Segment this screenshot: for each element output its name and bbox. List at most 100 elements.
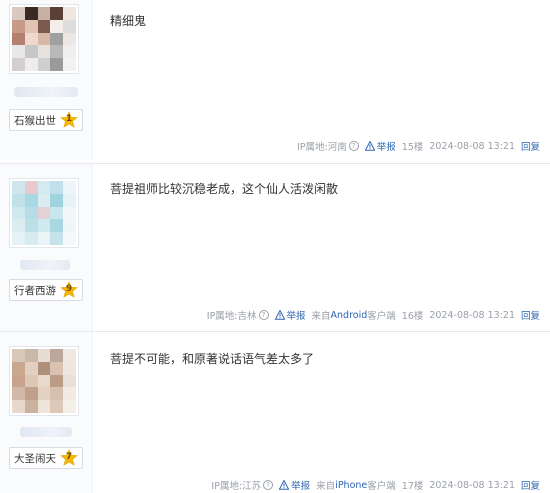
avatar-pixel bbox=[50, 58, 64, 71]
avatar-pixel bbox=[63, 361, 76, 375]
avatar-pixel bbox=[50, 7, 64, 20]
post-floor-17: 大圣闹天 7 菩提不可能，和原著说话语气差太多了 IP属地:江苏? 举报 来自 i… bbox=[0, 332, 550, 493]
ip-location: IP属地:江苏? bbox=[211, 478, 274, 492]
avatar-pixel bbox=[12, 7, 25, 20]
author-column: 行者西游 9 bbox=[0, 164, 93, 331]
avatar-pixel bbox=[50, 45, 64, 59]
avatar-pixel bbox=[50, 400, 64, 413]
author-column: 大圣闹天 7 bbox=[0, 332, 93, 493]
avatar-pixel bbox=[63, 19, 76, 33]
floor-number: 16楼 bbox=[401, 311, 424, 322]
avatar-pixel bbox=[24, 58, 38, 71]
avatar-pixel bbox=[63, 181, 76, 194]
client-link[interactable]: iPhone bbox=[335, 480, 367, 491]
avatar-pixel bbox=[12, 19, 25, 33]
avatar-pixel bbox=[63, 219, 76, 233]
ip-location: IP属地:吉林? bbox=[207, 308, 269, 322]
username-redacted[interactable] bbox=[20, 427, 72, 437]
avatar-pixel bbox=[37, 206, 51, 220]
level-badge[interactable]: 石猴出世 1 bbox=[9, 109, 83, 131]
avatar-pixel bbox=[12, 361, 25, 375]
avatar[interactable] bbox=[9, 346, 79, 416]
level-number: 1 bbox=[65, 114, 73, 124]
reply-link[interactable]: 回复 bbox=[521, 139, 540, 153]
question-circle-icon[interactable]: ? bbox=[263, 480, 274, 490]
client-link[interactable]: Android bbox=[331, 310, 368, 321]
avatar-pixel bbox=[37, 232, 51, 245]
avatar[interactable] bbox=[9, 178, 79, 248]
level-number: 7 bbox=[65, 452, 73, 462]
post-floor-15: 石猴出世 1 精细鬼 IP属地:河南? 举报 15楼 2024-08-08 13… bbox=[0, 0, 550, 160]
avatar-pixel bbox=[50, 374, 64, 388]
client-source: 来自 iPhone 客户端 bbox=[316, 479, 396, 493]
avatar-pixel bbox=[37, 32, 51, 46]
avatar-pixel bbox=[63, 349, 76, 362]
avatar-pixel bbox=[50, 361, 64, 375]
level-badge[interactable]: 行者西游 9 bbox=[9, 279, 83, 301]
avatar-pixel bbox=[24, 193, 38, 207]
avatar-pixel bbox=[37, 58, 51, 71]
post-time: 2024-08-08 13:21 bbox=[429, 140, 515, 152]
avatar-pixel bbox=[24, 32, 38, 46]
avatar-pixel bbox=[24, 349, 38, 362]
level-number: 9 bbox=[65, 284, 73, 294]
reply-link[interactable]: 回复 bbox=[521, 478, 540, 492]
avatar-pixel bbox=[12, 32, 25, 46]
level-name: 行者西游 bbox=[14, 284, 56, 297]
report-link[interactable]: 举报 bbox=[364, 139, 396, 153]
avatar-pixel bbox=[12, 387, 25, 401]
post-floor-16: 行者西游 9 菩提祖师比较沉稳老成，这个仙人活泼闲散 IP属地:吉林? 举报 来… bbox=[0, 164, 550, 331]
avatar-pixel bbox=[63, 32, 76, 46]
ip-location: IP属地:河南? bbox=[297, 139, 359, 153]
post-content: 菩提不可能，和原著说话语气差太多了 bbox=[110, 352, 315, 366]
avatar-pixel bbox=[24, 7, 38, 20]
post-content: 菩提祖师比较沉稳老成，这个仙人活泼闲散 bbox=[110, 182, 339, 196]
username-redacted[interactable] bbox=[20, 260, 70, 270]
avatar-pixel bbox=[37, 374, 51, 388]
avatar-pixel bbox=[63, 45, 76, 59]
avatar-pixel bbox=[24, 400, 38, 413]
avatar-pixel bbox=[12, 193, 25, 207]
avatar-pixel bbox=[50, 193, 64, 207]
avatar[interactable] bbox=[9, 4, 79, 74]
avatar-pixel bbox=[12, 58, 25, 71]
avatar-pixel bbox=[37, 45, 51, 59]
question-circle-icon[interactable]: ? bbox=[348, 141, 359, 151]
level-name: 石猴出世 bbox=[14, 114, 56, 127]
avatar-pixel bbox=[50, 32, 64, 46]
avatar-image bbox=[12, 349, 76, 413]
avatar-pixel bbox=[50, 181, 64, 194]
warning-triangle-icon bbox=[274, 310, 285, 320]
avatar-pixel bbox=[37, 387, 51, 401]
avatar-image bbox=[12, 7, 76, 71]
avatar-pixel bbox=[63, 58, 76, 71]
report-link[interactable]: 举报 bbox=[279, 478, 310, 492]
avatar-pixel bbox=[37, 361, 51, 375]
avatar-pixel bbox=[24, 219, 38, 233]
author-column: 石猴出世 1 bbox=[0, 0, 93, 160]
post-meta: IP属地:吉林? 举报 来自 Android 客户端 16楼 2024-08-08 … bbox=[201, 308, 540, 323]
report-link[interactable]: 举报 bbox=[274, 308, 306, 322]
avatar-pixel bbox=[63, 374, 76, 388]
post-meta: IP属地:河南? 举报 15楼 2024-08-08 13:21 回复 bbox=[291, 139, 540, 154]
avatar-image bbox=[12, 181, 76, 245]
star-badge-icon: 9 bbox=[60, 281, 78, 299]
avatar-pixel bbox=[12, 181, 25, 194]
avatar-pixel bbox=[12, 232, 25, 245]
avatar-pixel bbox=[12, 206, 25, 220]
avatar-pixel bbox=[50, 19, 64, 33]
client-source: 来自 Android 客户端 bbox=[311, 309, 396, 323]
avatar-pixel bbox=[50, 387, 64, 401]
username-redacted[interactable] bbox=[14, 87, 78, 97]
avatar-pixel bbox=[63, 193, 76, 207]
warning-triangle-icon bbox=[279, 480, 290, 490]
star-badge-icon: 7 bbox=[60, 449, 78, 467]
avatar-pixel bbox=[37, 400, 51, 413]
avatar-pixel bbox=[24, 361, 38, 375]
reply-link[interactable]: 回复 bbox=[521, 308, 540, 322]
avatar-pixel bbox=[37, 219, 51, 233]
level-badge[interactable]: 大圣闹天 7 bbox=[9, 447, 83, 469]
avatar-pixel bbox=[24, 45, 38, 59]
avatar-pixel bbox=[37, 193, 51, 207]
question-circle-icon[interactable]: ? bbox=[258, 310, 269, 320]
